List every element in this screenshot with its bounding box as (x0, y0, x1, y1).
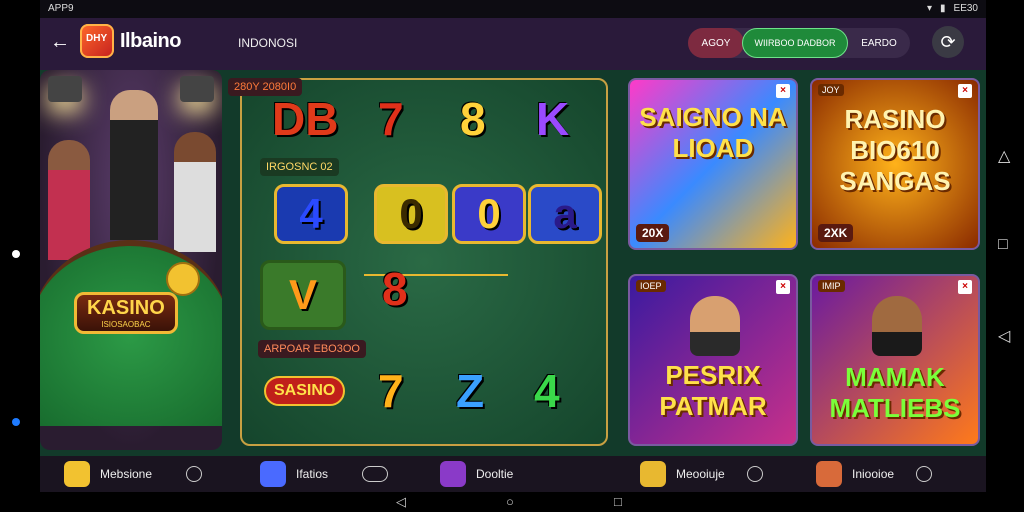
symbol-4-box: 4 (274, 184, 348, 244)
symbol-v-box: V (260, 260, 346, 330)
card-badge: 20X (636, 224, 670, 242)
card-label: IOEP (636, 280, 666, 292)
wifi-icon: ▾ (926, 3, 933, 14)
spotlight-icon (48, 76, 82, 102)
dealer-figure (110, 90, 158, 240)
close-icon[interactable]: × (776, 84, 790, 98)
back-icon[interactable]: ◁ (396, 494, 406, 510)
game-card-4[interactable]: IMIP × MAMAK MATLIEBS (810, 274, 980, 446)
slot-board[interactable]: 280Y 2080I0 DB 7 8 K IRGOSNC 02 4 0 0 a … (228, 78, 608, 446)
nav-item-1[interactable]: Mebsione (64, 460, 203, 488)
game-icon (816, 461, 842, 487)
indicator-dot-blue (12, 418, 20, 426)
pill-active[interactable]: WIIRBOO DADBOR (742, 28, 848, 58)
badge-title: KASINO (87, 297, 165, 319)
symbol-8: 8 (460, 93, 486, 145)
nav-item-3[interactable]: Dooltie (440, 460, 513, 488)
hero-banner[interactable]: KASINO ISIOSAOBAC (40, 70, 222, 450)
info-icon[interactable] (186, 466, 203, 482)
game-icon (64, 461, 90, 487)
nav-item-2[interactable]: Ifatios (260, 460, 389, 488)
info-icon[interactable] (916, 466, 933, 482)
square-icon[interactable]: □ (998, 236, 1008, 254)
home-icon[interactable]: ○ (506, 494, 514, 509)
character-figure (690, 296, 740, 356)
card-label: IMIP (818, 280, 845, 292)
back-icon[interactable]: ← (50, 32, 70, 52)
card-title: MAMAK MATLIEBS (829, 362, 961, 423)
app-logo: DHY (80, 24, 114, 58)
card-title: SAIGNO NA LIOAD (639, 102, 787, 163)
right-system-bar: △ □ ◁ (986, 0, 1024, 512)
kasino-badge: KASINO ISIOSAOBAC (74, 292, 178, 334)
pill-agoy[interactable]: AGOY (688, 28, 744, 58)
triangle-icon[interactable]: △ (998, 146, 1010, 166)
nav-label: Iniooioe (852, 467, 895, 481)
card-title: PESRIX PATMAR (659, 360, 767, 421)
game-card-1[interactable]: × SAIGNO NA LIOAD 20X (628, 78, 798, 250)
info-icon[interactable] (746, 466, 763, 482)
recent-apps-icon[interactable]: □ (614, 494, 622, 509)
status-bar: APP9 ▾ ▮ EE30 (40, 0, 986, 18)
pill-eardo[interactable]: EARDO (848, 28, 910, 58)
game-card-2[interactable]: JOY × RASINO BIO610 SANGAS 2XK (810, 78, 980, 250)
board-tag-mid: IRGOSNC 02 (260, 158, 339, 176)
signal-icon: ▮ (940, 3, 946, 14)
status-time: APP9 (48, 3, 74, 14)
badge-subtitle: ISIOSAOBAC (101, 320, 151, 329)
board-tag-bottom: ARPOAR EBO3OO (258, 340, 366, 358)
logo-text: DHY (86, 33, 108, 44)
nav-item-4[interactable]: Meooiuje (640, 460, 763, 488)
refresh-icon[interactable]: ⟳ (932, 26, 964, 58)
dealer-figure (48, 140, 90, 260)
symbol-db: DB (272, 93, 339, 145)
symbol-0-box: 0 (374, 184, 448, 244)
back-arrow-icon[interactable]: ◁ (998, 326, 1010, 346)
left-edge (0, 0, 40, 492)
game-card-3[interactable]: IOEP × PESRIX PATMAR (628, 274, 798, 446)
symbol-4-green: 4 (534, 365, 560, 417)
toggle-icon[interactable] (362, 466, 389, 482)
game-icon (260, 461, 286, 487)
brand-title: Ilbaino (120, 30, 181, 52)
symbol-7: 7 (378, 93, 404, 145)
app-bar: ← DHY Ilbaino INDONOSI AGOY WIIRBOO DADB… (40, 18, 986, 70)
main-content: KASINO ISIOSAOBAC 280Y 2080I0 DB 7 8 K I… (40, 70, 986, 456)
coin-icon (166, 262, 200, 296)
symbol-k: K (536, 93, 570, 145)
nav-label: Dooltie (476, 467, 514, 481)
close-icon[interactable]: × (776, 280, 790, 294)
character-figure (872, 296, 922, 356)
region-label[interactable]: INDONOSI (238, 36, 297, 50)
game-icon (640, 461, 666, 487)
symbol-a-box: a (528, 184, 602, 244)
game-icon (440, 461, 466, 487)
dealer-figure (174, 132, 216, 252)
close-icon[interactable]: × (958, 280, 972, 294)
filter-pills: AGOY WIIRBOO DADBOR EARDO (688, 28, 910, 58)
nav-item-5[interactable]: Iniooioe (816, 460, 933, 488)
card-label: JOY (818, 84, 844, 96)
symbol-0-box-2: 0 (452, 184, 526, 244)
nav-label: Ifatios (296, 467, 329, 481)
symbol-8-red: 8 (382, 263, 408, 315)
battery-label: EE30 (953, 3, 978, 14)
sasino-logo: SASINO (264, 376, 346, 406)
symbol-z: Z (456, 365, 485, 417)
card-title: RASINO BIO610 SANGAS (839, 104, 951, 196)
nav-label: Meooiuje (676, 467, 725, 481)
symbol-7-gold: 7 (378, 365, 404, 417)
close-icon[interactable]: × (958, 84, 972, 98)
nav-label: Mebsione (100, 467, 153, 481)
system-nav: ◁ ○ □ (0, 492, 1024, 512)
bottom-nav: Mebsione Ifatios Dooltie Meooiuje Iniooi… (40, 456, 986, 492)
card-badge: 2XK (818, 224, 854, 242)
indicator-dot (12, 250, 20, 258)
spotlight-icon (180, 76, 214, 102)
